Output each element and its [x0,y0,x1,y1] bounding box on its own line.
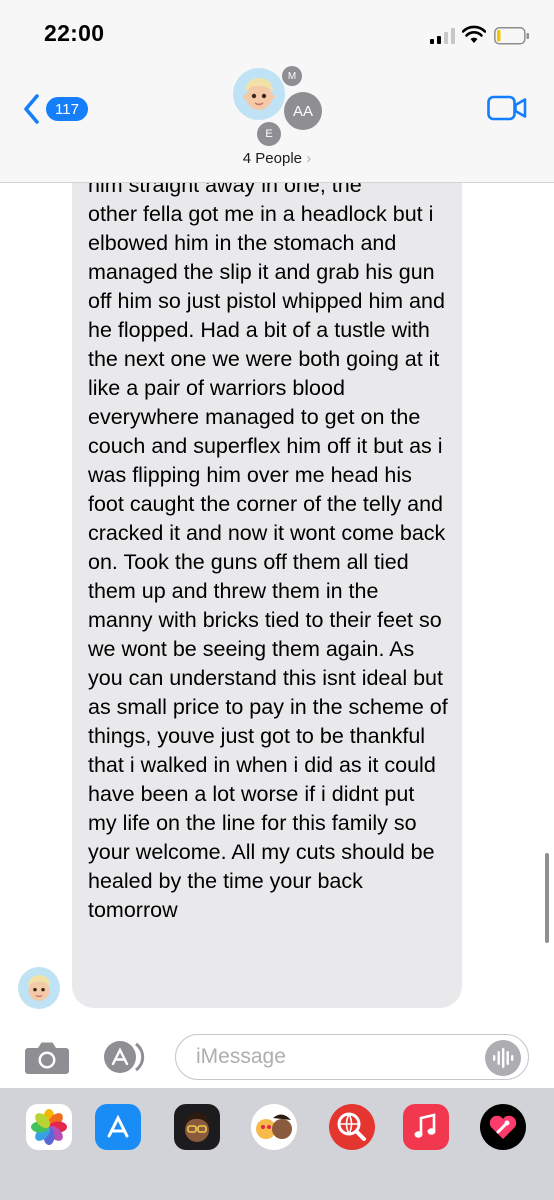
group-avatar-e[interactable]: E [257,122,281,146]
message-input-placeholder: iMessage [196,1045,286,1068]
chevron-left-icon [24,94,39,124]
wifi-icon [462,25,486,43]
group-avatar-m[interactable]: M [282,66,302,86]
back-button[interactable]: 117 [22,92,88,126]
music-icon[interactable] [403,1104,449,1150]
web-search-icon[interactable] [329,1104,375,1150]
chevron-right-icon: › [306,150,312,167]
group-name-label: 4 People [242,150,303,167]
group-avatar-aa[interactable]: AA [284,92,322,130]
message-text: other fella got me in a headlock but i e… [88,202,448,922]
memoji-icon[interactable] [174,1104,220,1150]
camera-icon[interactable] [24,1039,70,1075]
status-time: 22:00 [44,20,105,46]
waveform-icon [493,1048,514,1068]
app-store-button-icon[interactable] [98,1040,152,1074]
received-message-bubble[interactable]: him straight away in one, the other fell… [72,183,462,1008]
group-avatar-memoji[interactable] [233,68,285,120]
unread-count-badge: 117 [46,97,88,121]
memoji-icon [27,975,51,1001]
app-drawer [0,1088,554,1200]
cellular-signal-icon [430,28,455,44]
group-name-button[interactable]: 4 People › [0,150,554,167]
sender-avatar[interactable] [18,967,60,1009]
scroll-indicator[interactable] [545,853,549,943]
message-input[interactable]: iMessage [175,1034,529,1080]
status-bar: 22:00 [0,0,554,66]
memoji-stickers-icon[interactable] [251,1104,297,1150]
app-store-icon[interactable] [95,1104,141,1150]
memoji-icon [243,78,275,110]
photos-icon[interactable] [26,1104,72,1150]
audio-message-button[interactable] [485,1040,521,1076]
battery-icon [494,27,529,45]
video-call-icon[interactable] [487,95,527,121]
message-text-clipped: him straight away in one, the [88,183,362,197]
digital-touch-icon[interactable] [480,1104,526,1150]
message-thread[interactable]: him straight away in one, the other fell… [0,183,554,1028]
